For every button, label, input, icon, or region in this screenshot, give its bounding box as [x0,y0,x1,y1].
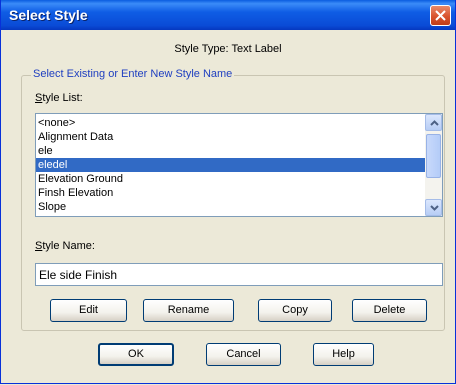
window-title: Select Style [9,7,88,23]
style-name-input[interactable] [35,263,443,286]
scroll-thumb[interactable] [426,134,441,178]
style-name-label-text: tyle Name: [42,240,95,252]
scroll-down-button[interactable] [425,199,442,216]
group-legend: Select Existing or Enter New Style Name [31,68,235,80]
list-item[interactable]: ele [36,144,425,158]
close-icon [435,10,446,21]
chevron-down-icon [430,205,439,211]
chevron-up-icon [430,120,439,126]
scroll-up-button[interactable] [425,114,442,131]
rename-button[interactable]: Rename [143,299,234,322]
cancel-button[interactable]: Cancel [206,343,281,366]
list-item[interactable]: Elevation Ground [36,172,425,186]
list-item[interactable]: Alignment Data [36,130,425,144]
list-item[interactable]: eledel [36,158,425,172]
help-button[interactable]: Help [313,343,374,366]
title-bar[interactable]: Select Style [1,0,455,30]
style-list-label: Style List: [35,92,83,104]
select-style-dialog: Select Style Style Type: Text Label Sele… [0,0,456,384]
close-button[interactable] [430,5,451,26]
copy-button[interactable]: Copy [258,299,332,322]
edit-button[interactable]: Edit [50,299,127,322]
list-scrollbar[interactable] [425,114,442,216]
style-name-label: Style Name: [35,240,95,252]
style-type-label: Style Type: Text Label [174,43,282,55]
list-item[interactable]: Slope [36,200,425,214]
style-list-label-text: tyle List: [42,92,83,104]
list-item[interactable]: <none> [36,116,425,130]
list-item[interactable]: Finsh Elevation [36,186,425,200]
style-list-items: <none> Alignment Data ele eledel Elevation G… [36,116,425,214]
style-list[interactable]: <none> Alignment Data ele eledel Elevation G… [35,113,443,217]
ok-button[interactable]: OK [98,343,174,366]
delete-button[interactable]: Delete [352,299,427,322]
